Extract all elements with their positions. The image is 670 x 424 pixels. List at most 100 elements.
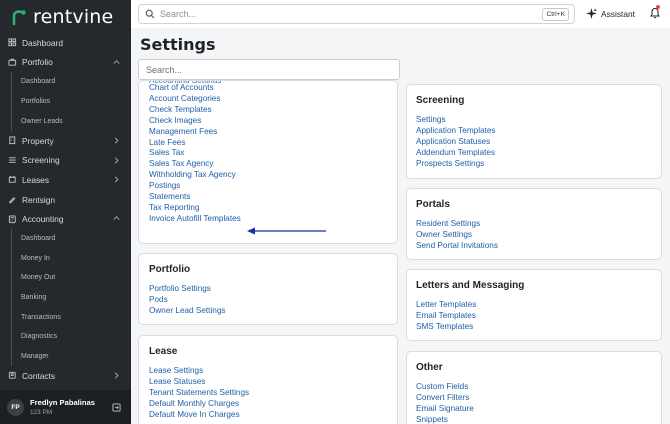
settings-link-statements[interactable]: Statements xyxy=(149,192,387,203)
annotation-arrow xyxy=(247,227,326,235)
chevron-right-icon xyxy=(114,176,119,183)
assistant-label: Assistant xyxy=(601,8,635,19)
letters-messaging-settings-card: Letters and Messaging Letter Templates Em… xyxy=(406,269,662,341)
settings-link-custom-fields[interactable]: Custom Fields xyxy=(416,382,652,393)
settings-link-sales-tax-agency[interactable]: Sales Tax Agency xyxy=(149,159,387,170)
sidebar-item-leases[interactable]: Leases xyxy=(0,170,131,190)
sidebar-subitem-label: Portfolios xyxy=(21,98,51,106)
accounting-links: Accounting Settings Chart of AccountsAcc… xyxy=(149,81,387,225)
settings-link-default-monthly-charges[interactable]: Default Monthly Charges xyxy=(149,399,387,410)
sidebar-subitem-label: Money Out xyxy=(21,274,56,282)
sidebar-subitem-transactions[interactable]: Transactions xyxy=(0,307,131,327)
sidebar-item-contacts[interactable]: Contacts xyxy=(0,366,131,386)
settings-link-email-templates[interactable]: Email Templates xyxy=(416,311,652,322)
sidebar-subitem-dashboard[interactable]: Dashboard xyxy=(0,228,131,249)
letters-links: Letter Templates Email Templates SMS Templ… xyxy=(416,300,652,333)
global-search-input[interactable] xyxy=(160,9,520,19)
lease-settings-card: Lease Lease Settings Lease Statuses Tenant… xyxy=(138,335,398,424)
settings-link-tax-reporting[interactable]: Tax Reporting xyxy=(149,203,387,214)
user-profile[interactable]: FP Fredlyn Pabalinas 123 PM xyxy=(0,390,131,424)
card-title: Portals xyxy=(416,199,450,210)
settings-link-withholding-tax-agency[interactable]: Withholding Tax Agency xyxy=(149,170,387,181)
settings-link-owner-settings[interactable]: Owner Settings xyxy=(416,230,652,241)
sidebar-subitem-owner-leads[interactable]: Owner Leads xyxy=(0,111,131,131)
sidebar-item-screening[interactable]: Screening xyxy=(0,151,131,171)
settings-link-application-templates[interactable]: Application Templates xyxy=(416,126,652,137)
settings-link-check-images[interactable]: Check Images xyxy=(149,116,387,127)
settings-link-lease-settings[interactable]: Lease Settings xyxy=(149,366,387,377)
search-icon xyxy=(145,9,155,19)
top-bar: Ctrl+K Assistant xyxy=(131,0,670,28)
settings-search-input[interactable] xyxy=(138,59,400,80)
card-title: Other xyxy=(416,362,443,373)
sidebar-subitem-diagnostics[interactable]: Diagnostics xyxy=(0,326,131,347)
accounting-icon xyxy=(8,215,16,223)
settings-link-portfolio-settings[interactable]: Portfolio Settings xyxy=(149,284,387,295)
settings-link-sms-templates[interactable]: SMS Templates xyxy=(416,322,652,333)
portfolio-icon xyxy=(8,58,17,66)
settings-link-convert-filters[interactable]: Convert Filters xyxy=(416,393,652,404)
sidebar-item-dashboard[interactable]: Dashboard xyxy=(0,33,131,53)
settings-link-application-statuses[interactable]: Application Statuses xyxy=(416,137,652,148)
settings-link-account-categories[interactable]: Account Categories xyxy=(149,94,387,105)
settings-link-late-fees[interactable]: Late Fees xyxy=(149,138,387,149)
settings-link-postings[interactable]: Postings xyxy=(149,181,387,192)
rentvine-logo[interactable]: rentvine xyxy=(10,6,113,28)
sidebar-item-label: Accounting xyxy=(22,214,64,225)
sparkle-icon xyxy=(586,8,597,19)
sidebar-item-label: Rentsign xyxy=(22,194,56,205)
screening-icon xyxy=(8,157,16,163)
sidebar-item-label: Screening xyxy=(22,155,60,166)
card-title: Screening xyxy=(416,95,465,106)
chevron-up-icon xyxy=(113,216,120,221)
chevron-up-icon xyxy=(113,59,120,64)
portals-links: Resident Settings Owner Settings Send Port… xyxy=(416,219,652,252)
user-company: 123 PM xyxy=(30,409,53,416)
settings-link-invoice-autofill-templates[interactable]: Invoice Autofill Templates xyxy=(149,214,387,225)
sidebar-subitem-label: Manager xyxy=(21,352,49,360)
settings-link-check-templates[interactable]: Check Templates xyxy=(149,105,387,116)
screening-settings-card: Screening Settings Application Templates A… xyxy=(406,84,662,179)
brand-name: rentvine xyxy=(33,6,114,28)
chevron-right-icon xyxy=(114,157,119,164)
logout-icon[interactable] xyxy=(112,403,121,412)
sidebar-subitem-portfolios[interactable]: Portfolios xyxy=(0,91,131,112)
settings-link-snippets[interactable]: Snippets xyxy=(416,415,652,424)
sidebar-subitem-money-in[interactable]: Money In xyxy=(0,248,131,269)
settings-link-letter-templates[interactable]: Letter Templates xyxy=(416,300,652,311)
notifications-bell-icon[interactable] xyxy=(649,7,661,19)
page-title: Settings xyxy=(140,35,216,54)
settings-link-addendum-templates[interactable]: Addendum Templates xyxy=(416,148,652,159)
settings-link-send-portal-invitations[interactable]: Send Portal Invitations xyxy=(416,241,652,252)
settings-link-lease-statuses[interactable]: Lease Statuses xyxy=(149,377,387,388)
assistant-button[interactable]: Assistant xyxy=(586,8,635,19)
settings-link-partial[interactable]: Accounting Settings xyxy=(149,81,387,83)
settings-link-prospects-settings[interactable]: Prospects Settings xyxy=(416,159,652,170)
sidebar-item-portfolio[interactable]: Portfolio xyxy=(0,53,131,73)
sidebar-subitem-manager[interactable]: Manager xyxy=(0,346,131,367)
sidebar-item-property[interactable]: Property xyxy=(0,131,131,151)
global-search[interactable]: Ctrl+K xyxy=(138,4,575,24)
settings-link-chart-of-accounts[interactable]: Chart of Accounts xyxy=(149,83,387,94)
accounting-settings-card: Accounting Settings Chart of AccountsAcc… xyxy=(138,80,398,244)
card-title: Lease xyxy=(149,346,178,357)
sidebar-item-accounting[interactable]: Accounting xyxy=(0,209,131,229)
avatar: FP xyxy=(7,398,24,416)
settings-link-sales-tax[interactable]: Sales Tax xyxy=(149,148,387,159)
settings-link-pods[interactable]: Pods xyxy=(149,295,387,306)
settings-link-management-fees[interactable]: Management Fees xyxy=(149,127,387,138)
settings-link-settings[interactable]: Settings xyxy=(416,115,652,126)
settings-link-email-signature[interactable]: Email Signature xyxy=(416,404,652,415)
sidebar-item-rentsign[interactable]: Rentsign xyxy=(0,190,131,210)
settings-link-owner-lead-settings[interactable]: Owner Lead Settings xyxy=(149,306,387,317)
settings-link-resident-settings[interactable]: Resident Settings xyxy=(416,219,652,230)
sidebar-subitem-dashboard[interactable]: Dashboard xyxy=(0,72,131,92)
sidebar-subitem-banking[interactable]: Banking xyxy=(0,287,131,308)
sidebar-item-label: Dashboard xyxy=(22,37,63,48)
settings-link-tenant-statements-settings[interactable]: Tenant Statements Settings xyxy=(149,388,387,399)
sidebar-subitem-money-out[interactable]: Money Out xyxy=(0,268,131,288)
settings-link-default-move-in-charges[interactable]: Default Move In Charges xyxy=(149,410,387,421)
rentvine-logo-icon xyxy=(12,10,26,26)
sidebar-subitem-label: Owner Leads xyxy=(21,117,63,125)
notification-badge xyxy=(656,5,660,9)
